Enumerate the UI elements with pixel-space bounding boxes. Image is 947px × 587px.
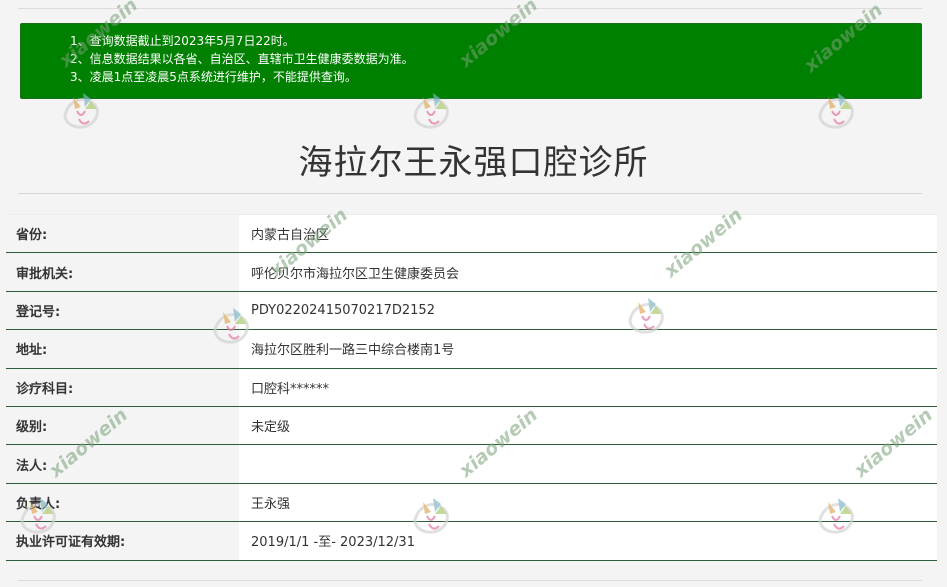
- title-divider: [18, 193, 922, 194]
- field-value-legal-person: [239, 445, 937, 483]
- notice-item: 3、凌晨1点至凌晨5点系统进行维护，不能提供查询。: [70, 70, 357, 84]
- field-value-person-in-charge: 王永强: [239, 483, 937, 522]
- table-row: 负责人: 王永强: [6, 483, 937, 523]
- field-value-registration-no: PDY02202415070217D2152: [239, 291, 937, 330]
- field-value-address: 海拉尔区胜利一路三中综合楼南1号: [239, 330, 937, 368]
- table-row: 审批机关: 呼伦贝尔市海拉尔区卫生健康委员会: [6, 253, 937, 292]
- field-value-departments: 口腔科******: [239, 368, 937, 406]
- clinic-info-table: 省份: 内蒙古自治区 审批机关: 呼伦贝尔市海拉尔区卫生健康委员会 登记号: P…: [6, 214, 937, 561]
- field-label-province: 省份:: [6, 215, 236, 253]
- field-label-address: 地址:: [6, 330, 236, 368]
- field-label-legal-person: 法人:: [6, 445, 236, 483]
- table-row: 执业许可证有效期: 2019/1/1 -至- 2023/12/31: [6, 522, 937, 561]
- field-value-license-validity: 2019/1/1 -至- 2023/12/31: [239, 522, 937, 560]
- table-row: 地址: 海拉尔区胜利一路三中综合楼南1号: [6, 330, 937, 369]
- table-row: 省份: 内蒙古自治区: [6, 215, 937, 254]
- table-row: 级别: 未定级: [6, 406, 937, 446]
- field-label-license-validity: 执业许可证有效期:: [6, 522, 236, 560]
- bottom-divider: [18, 580, 922, 581]
- field-label-approval-authority: 审批机关:: [6, 253, 236, 291]
- table-row: 登记号: PDY02202415070217D2152: [6, 291, 937, 331]
- field-value-level: 未定级: [239, 406, 937, 445]
- field-label-registration-no: 登记号:: [6, 291, 236, 330]
- top-divider: [18, 8, 922, 9]
- page-title: 海拉尔王永强口腔诊所: [298, 143, 649, 183]
- field-label-departments: 诊疗科目:: [6, 368, 236, 406]
- table-row: 诊疗科目: 口腔科******: [6, 368, 937, 407]
- field-value-approval-authority: 呼伦贝尔市海拉尔区卫生健康委员会: [239, 253, 937, 291]
- field-label-person-in-charge: 负责人:: [6, 483, 236, 522]
